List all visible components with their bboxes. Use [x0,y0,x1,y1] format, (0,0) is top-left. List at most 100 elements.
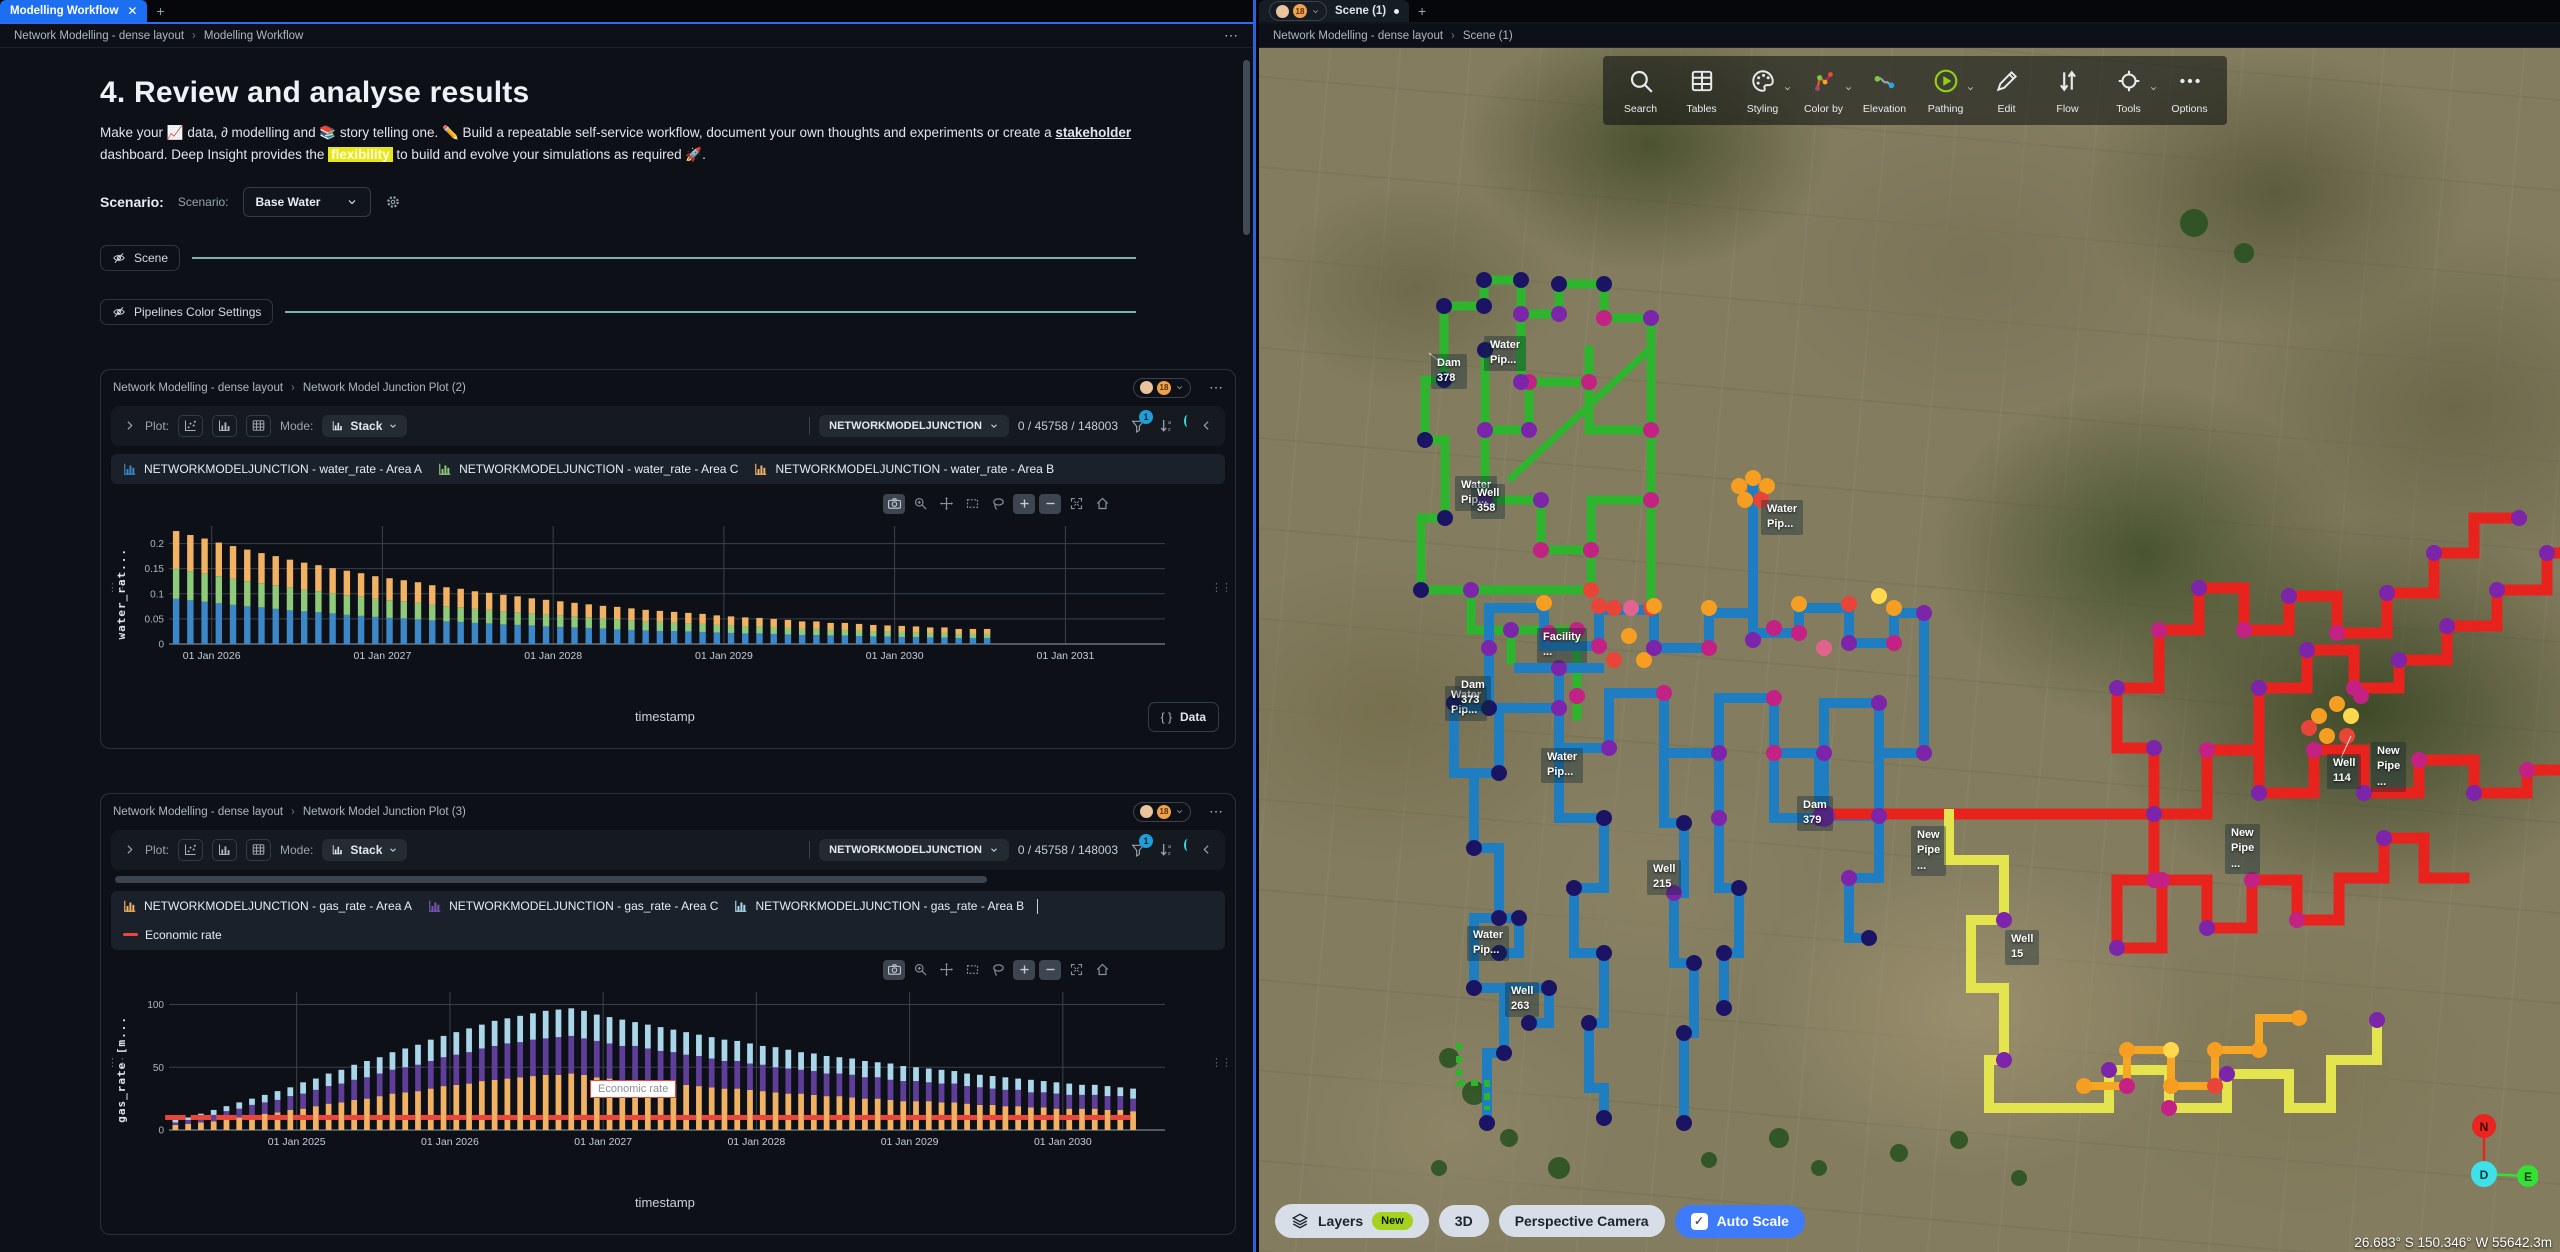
expand-row-icon[interactable] [123,843,136,856]
collapse-panel-icon[interactable] [1200,419,1213,432]
presence-avatars[interactable]: 18 [1133,378,1191,398]
panel-breadcrumb-current[interactable]: Network Model Junction Plot (2) [303,382,466,394]
zoom-out-button[interactable] [1039,494,1061,514]
breadcrumb-current[interactable]: Modelling Workflow [204,30,304,42]
layers-button[interactable]: Layers New [1275,1204,1429,1238]
tool-tables[interactable]: Tables [1672,68,1731,115]
lasso-select-button[interactable] [987,960,1009,980]
filter-button[interactable]: 1 [1127,418,1149,434]
breadcrumb-root[interactable]: Network Modelling - dense layout [14,30,184,42]
stacked-bar-chart-svg[interactable]: 00.050.10.150.201 Jan 202601 Jan 202701 … [135,518,1175,670]
autoscale-button[interactable] [1065,494,1087,514]
zoom-in-button[interactable] [1013,960,1035,980]
reset-axes-button[interactable] [1091,494,1113,514]
scatter-plot-button[interactable] [178,839,203,861]
tool-flow[interactable]: Flow [2038,68,2097,115]
table-select[interactable]: NETWORKMODELJUNCTION [819,839,1009,861]
filter-button[interactable]: 1 [1127,842,1149,858]
tool-edit[interactable]: Edit [1977,68,2036,115]
tool-color-by[interactable]: Color by [1794,68,1853,115]
chevron-down-icon [2149,84,2158,93]
close-icon[interactable]: ✕ [127,4,137,18]
gear-icon[interactable] [385,194,401,210]
highlighted-word: flexibility [328,147,393,162]
scenario-select[interactable]: Base Water [243,187,372,217]
bar-plot-button[interactable] [212,839,237,861]
tool-search[interactable]: Search [1611,68,1670,115]
tool-pathing[interactable]: Pathing [1916,68,1975,115]
table-view-button[interactable] [246,839,271,861]
water-rate-chart[interactable]: ⋮⋮ water_rat... 00.050.10.150.201 Jan 20… [115,518,1227,670]
stacked-bar-chart-svg[interactable]: 05010001 Jan 202501 Jan 202601 Jan 20270… [135,984,1175,1156]
lasso-select-button[interactable] [987,494,1009,514]
zoom-in-button[interactable] [1013,494,1035,514]
new-tab-button[interactable]: + [147,0,173,22]
tab-modelling-workflow[interactable]: Modelling Workflow ✕ [0,0,147,22]
legend-item[interactable]: NETWORKMODELJUNCTION - water_rate - Area… [438,462,738,476]
tool-tools[interactable]: Tools [2099,68,2158,115]
axis-row: timestamp [117,1186,1219,1220]
scene-section-button[interactable]: Scene [100,245,180,271]
panel-breadcrumb-current[interactable]: Network Model Junction Plot (3) [303,806,466,818]
panel-breadcrumb-root[interactable]: Network Modelling - dense layout [113,806,283,818]
download-png-button[interactable] [883,494,905,514]
drag-handle[interactable]: ⋮⋮ [1211,584,1231,593]
axis-gizmo[interactable]: N E D [2446,1112,2538,1216]
intro-text: story telling one. [336,125,442,140]
perspective-camera-button[interactable]: Perspective Camera [1499,1205,1665,1237]
panel-breadcrumb-root[interactable]: Network Modelling - dense layout [113,382,283,394]
zoom-tool-button[interactable] [909,960,931,980]
breadcrumb-separator: › [192,30,196,42]
tab-scene[interactable]: 18 Scene (1) [1259,0,1409,22]
network-overlay-svg[interactable] [1259,48,2560,1252]
scatter-plot-button[interactable] [178,415,203,437]
new-tab-button[interactable]: + [1409,0,1435,22]
legend-item[interactable]: NETWORKMODELJUNCTION - water_rate - Area… [123,462,422,476]
legend-item-economic-rate[interactable]: Economic rate [123,928,222,942]
pipelines-color-settings-button[interactable]: Pipelines Color Settings [100,299,273,325]
tool-elevation[interactable]: Elevation [1855,68,1914,115]
mode-select[interactable]: Stack [322,415,407,437]
collapse-panel-icon[interactable] [1200,843,1213,856]
gas-rate-chart[interactable]: ⋮⋮ gas_rate [m... 05010001 Jan 202501 Ja… [115,984,1227,1156]
legend-item[interactable]: NETWORKMODELJUNCTION - water_rate - Area… [754,462,1054,476]
breadcrumb-current[interactable]: Scene (1) [1463,30,1513,42]
tool-styling[interactable]: Styling [1733,68,1792,115]
presence-avatars[interactable]: 18 [1269,1,1327,21]
zoom-tool-button[interactable] [909,494,931,514]
download-png-button[interactable] [883,960,905,980]
presence-avatars[interactable]: 18 [1133,802,1191,822]
3d-toggle-button[interactable]: 3D [1439,1205,1489,1237]
sort-button[interactable] [1158,417,1175,434]
drag-handle[interactable]: ⋮⋮ [1211,1059,1231,1068]
breadcrumb-root[interactable]: Network Modelling - dense layout [1273,30,1443,42]
pan-tool-button[interactable] [935,494,957,514]
sort-button[interactable] [1158,841,1175,858]
scene-map[interactable]: Water Pip... Dam 378 Water Pip... Well 3… [1259,48,2560,1252]
legend-item[interactable]: NETWORKMODELJUNCTION - gas_rate - Area A [123,899,412,913]
mode-select[interactable]: Stack [322,839,407,861]
auto-scale-label: Auto Scale [1717,1213,1789,1229]
table-view-button[interactable] [246,415,271,437]
panel-menu-button[interactable]: ⋯ [1209,379,1223,396]
zoom-out-button[interactable] [1039,960,1061,980]
autoscale-button[interactable] [1065,960,1087,980]
legend-item[interactable]: NETWORKMODELJUNCTION - gas_rate - Area B [734,899,1038,914]
table-select[interactable]: NETWORKMODELJUNCTION [819,415,1009,437]
stakeholder-link[interactable]: stakeholder [1055,125,1131,140]
crosshair-icon [2116,68,2142,94]
box-select-button[interactable] [961,494,983,514]
auto-scale-toggle[interactable]: ✓ Auto Scale [1675,1205,1805,1238]
vertical-scrollbar[interactable] [1243,60,1250,235]
panel-menu-button[interactable]: ⋯ [1209,803,1223,820]
expand-row-icon[interactable] [123,419,136,432]
bar-plot-button[interactable] [212,415,237,437]
reset-axes-button[interactable] [1091,960,1113,980]
pan-tool-button[interactable] [935,960,957,980]
breadcrumb-menu-button[interactable]: ⋯ [1224,27,1239,44]
data-button[interactable]: { } Data [1148,702,1219,732]
horizontal-scrollbar[interactable] [115,876,987,883]
tool-options[interactable]: Options [2160,68,2219,115]
box-select-button[interactable] [961,960,983,980]
legend-item[interactable]: NETWORKMODELJUNCTION - gas_rate - Area C [428,899,718,913]
